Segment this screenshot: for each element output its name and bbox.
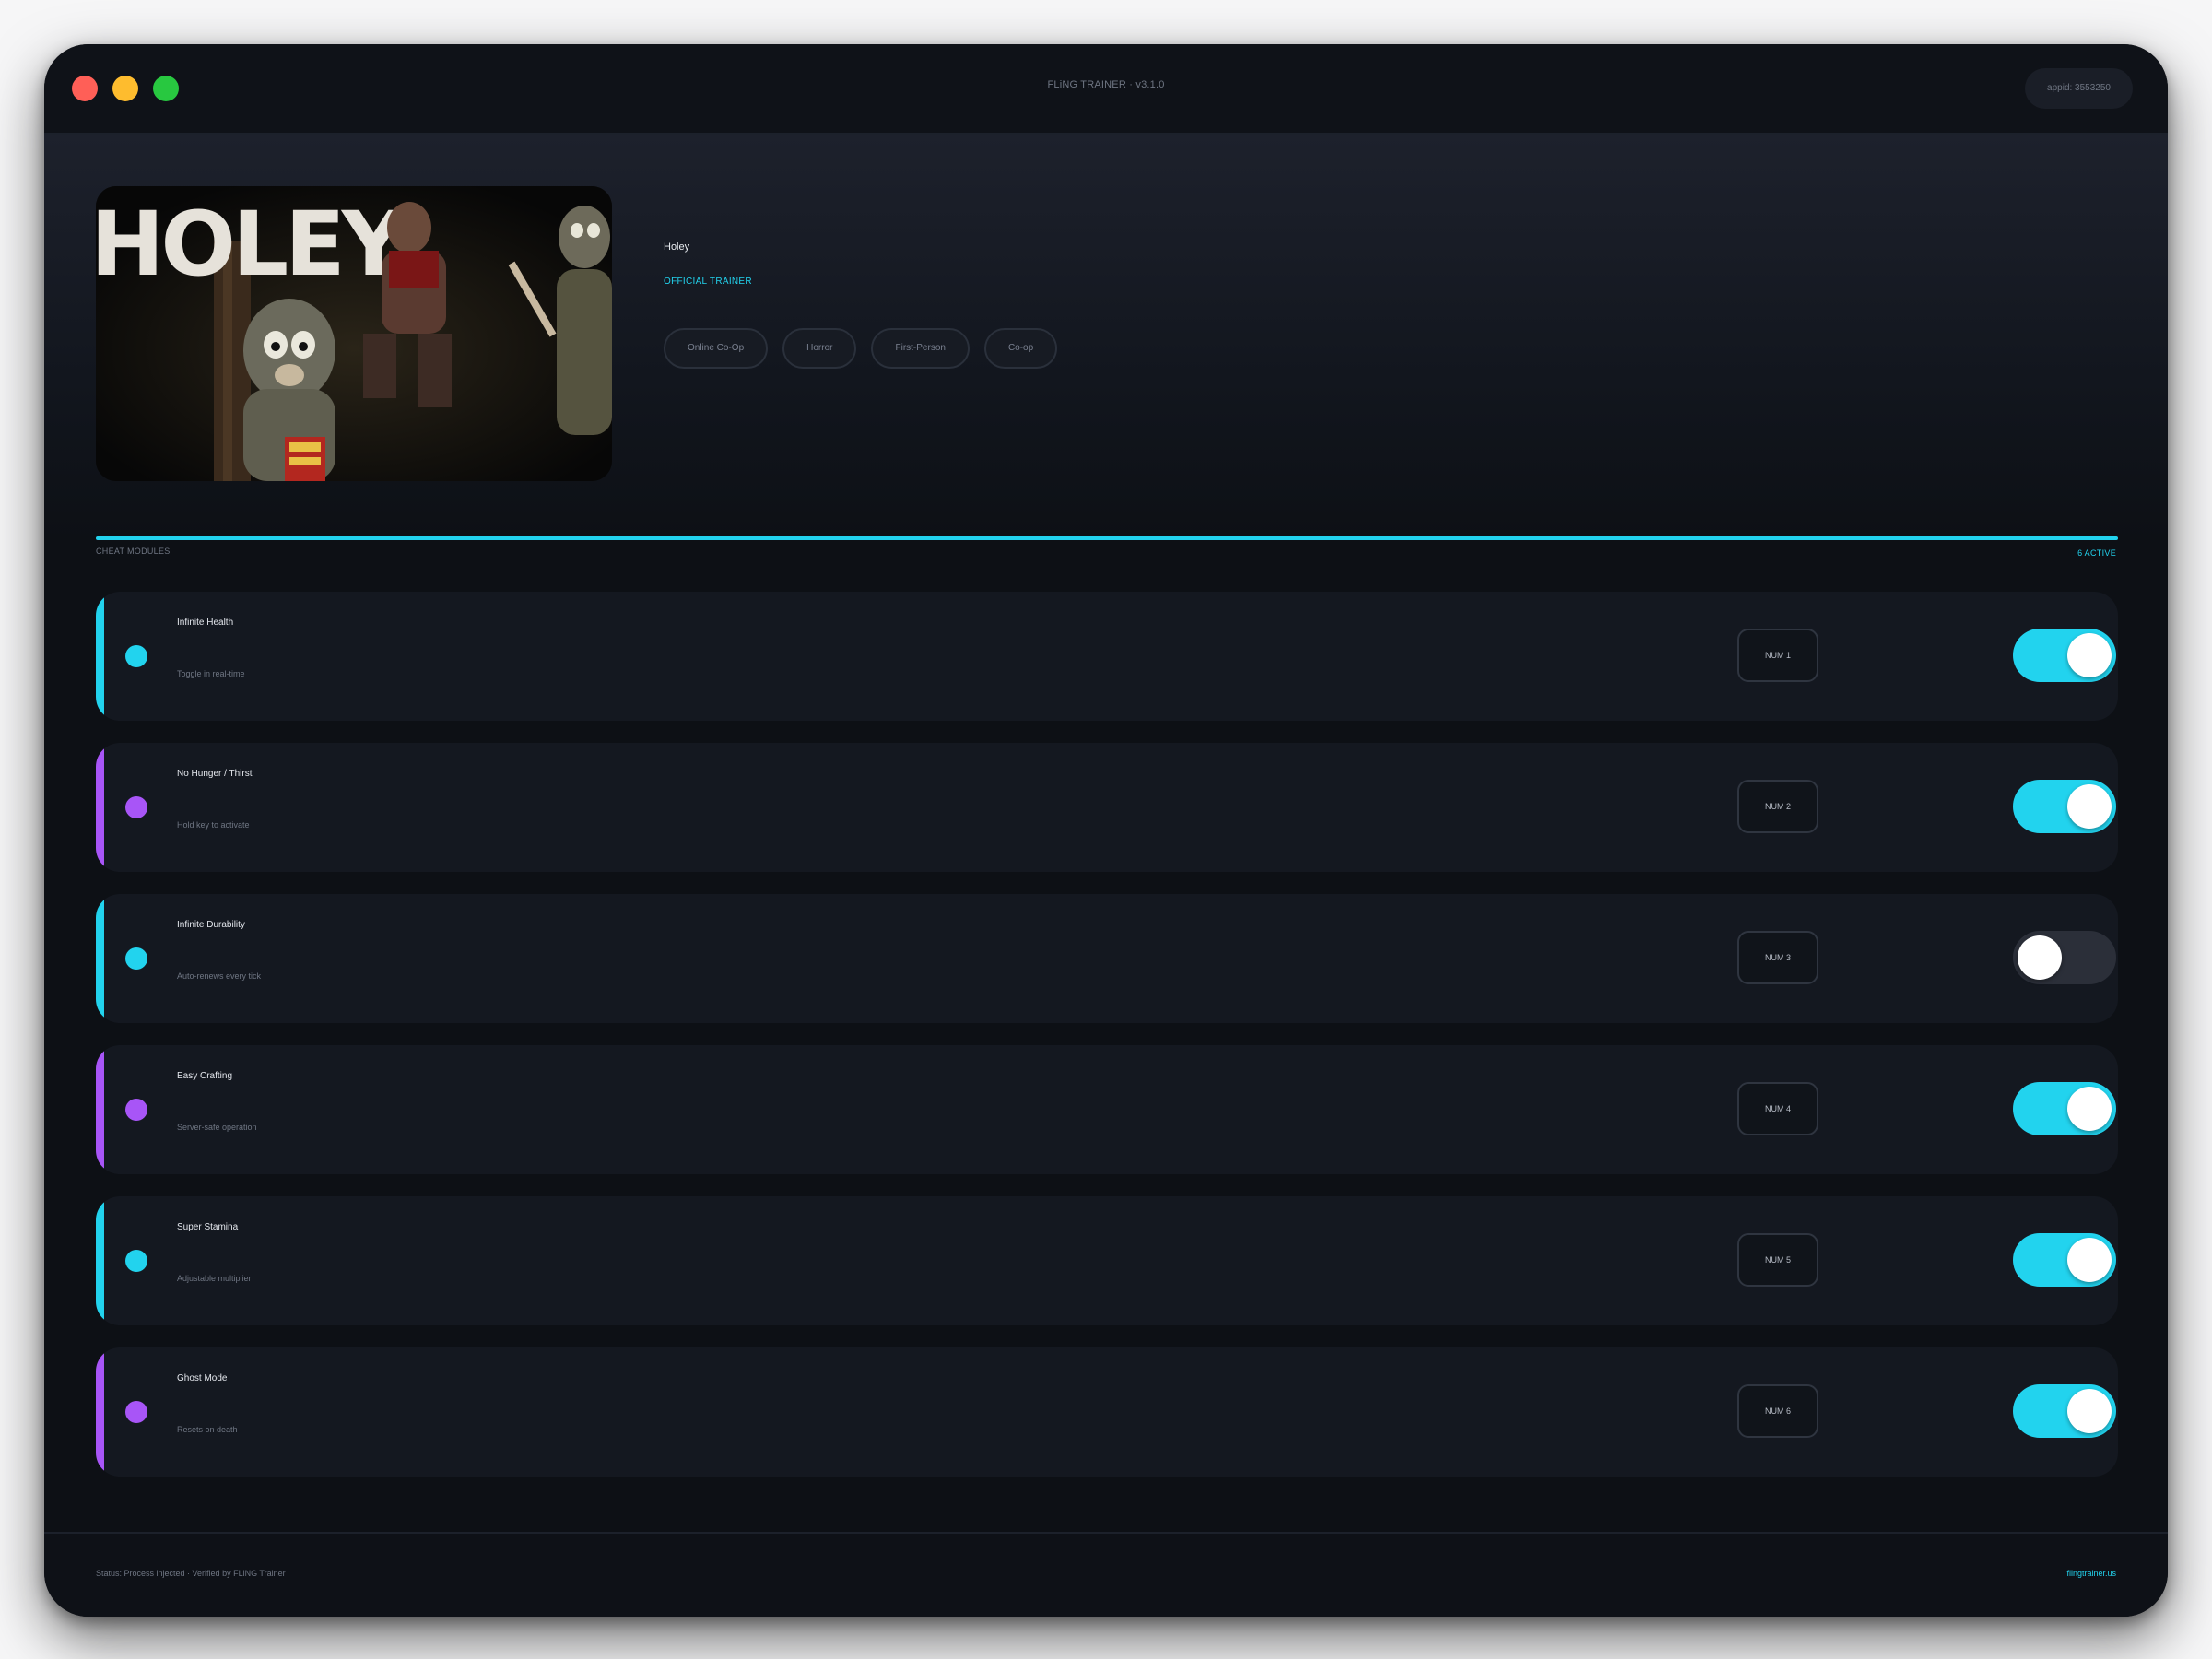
tag-chip[interactable]: First-Person (871, 328, 970, 369)
hotkey-button[interactable]: NUM 5 (1737, 1233, 1818, 1287)
module-status-dot-icon (125, 947, 147, 970)
module-description: Toggle in real-time (177, 669, 245, 678)
hotkey-button[interactable]: NUM 1 (1737, 629, 1818, 682)
cheat-module-row: Infinite Durability Auto-renews every ti… (96, 894, 2118, 1023)
game-cover-image: HOLEY (96, 186, 612, 481)
module-name: Super Stamina (177, 1222, 239, 1232)
module-status-dot-icon (125, 1250, 147, 1272)
module-accent-bar (96, 894, 104, 1023)
module-description: Resets on death (177, 1425, 238, 1434)
module-name: No Hunger / Thirst (177, 769, 253, 779)
module-toggle-switch[interactable] (2013, 629, 2116, 682)
tag-chip[interactable]: Co-op (983, 328, 1058, 369)
toggle-knob (2067, 1087, 2112, 1131)
module-toggle-switch[interactable] (2013, 780, 2116, 833)
module-status-dot-icon (125, 1401, 147, 1423)
tag-list: Online Co-Op Horror First-Person Co-op (664, 328, 1058, 369)
appid-badge: appid: 3553250 (2025, 68, 2133, 109)
cover-logo-text: HOLEY (96, 193, 407, 296)
module-status-dot-icon (125, 1099, 147, 1121)
module-name: Easy Crafting (177, 1071, 233, 1081)
toggle-knob (2067, 784, 2112, 829)
cheat-module-row: Easy Crafting Server-safe operation NUM … (96, 1045, 2118, 1174)
tag-chip[interactable]: Horror (782, 328, 857, 369)
toggle-knob (2067, 633, 2112, 677)
game-title: Holey (664, 241, 690, 253)
module-toggle-switch[interactable] (2013, 1233, 2116, 1287)
module-name: Infinite Durability (177, 920, 245, 930)
trainer-window: FLiNG TRAINER · v3.1.0 appid: 3553250 HO… (44, 44, 2168, 1617)
module-accent-bar (96, 1347, 104, 1477)
toggle-knob (2018, 935, 2062, 980)
module-description: Hold key to activate (177, 820, 250, 830)
active-count: 6 ACTIVE (2077, 548, 2116, 558)
module-toggle-switch[interactable] (2013, 931, 2116, 984)
module-accent-bar (96, 743, 104, 872)
hotkey-button[interactable]: NUM 3 (1737, 931, 1818, 984)
game-header: HOLEY Holey OFFICIAL TRAINER Online Co-O… (44, 135, 2168, 540)
hotkey-button[interactable]: NUM 4 (1737, 1082, 1818, 1135)
hotkey-button[interactable]: NUM 2 (1737, 780, 1818, 833)
cheat-module-list: Infinite Health Toggle in real-time NUM … (96, 592, 2118, 1499)
module-description: Auto-renews every tick (177, 971, 262, 981)
window-title: FLiNG TRAINER · v3.1.0 (1047, 79, 1165, 90)
module-accent-bar (96, 592, 104, 721)
status-text: Status: Process injected · Verified by F… (96, 1569, 286, 1578)
toggle-knob (2067, 1389, 2112, 1433)
section-divider (96, 536, 2118, 540)
website-link[interactable]: flingtrainer.us (2066, 1569, 2116, 1578)
cheat-module-row: Super Stamina Adjustable multiplier NUM … (96, 1196, 2118, 1325)
module-name: Ghost Mode (177, 1373, 228, 1383)
cheat-module-row: No Hunger / Thirst Hold key to activate … (96, 743, 2118, 872)
tag-chip[interactable]: Online Co-Op (664, 328, 769, 369)
official-trainer-badge: OFFICIAL TRAINER (664, 276, 752, 287)
status-footer: Status: Process injected · Verified by F… (44, 1532, 2168, 1617)
module-accent-bar (96, 1196, 104, 1325)
section-label: CHEAT MODULES (96, 547, 171, 556)
cover-artwork: HOLEY (96, 186, 612, 481)
hotkey-button[interactable]: NUM 6 (1737, 1384, 1818, 1438)
module-accent-bar (96, 1045, 104, 1174)
module-status-dot-icon (125, 645, 147, 667)
title-bar: FLiNG TRAINER · v3.1.0 appid: 3553250 (44, 44, 2168, 135)
module-name: Infinite Health (177, 618, 234, 628)
toggle-knob (2067, 1238, 2112, 1282)
module-description: Adjustable multiplier (177, 1274, 252, 1283)
cheat-module-row: Ghost Mode Resets on death NUM 6 (96, 1347, 2118, 1477)
cheat-module-row: Infinite Health Toggle in real-time NUM … (96, 592, 2118, 721)
module-toggle-switch[interactable] (2013, 1384, 2116, 1438)
module-status-dot-icon (125, 796, 147, 818)
module-toggle-switch[interactable] (2013, 1082, 2116, 1135)
module-description: Server-safe operation (177, 1123, 257, 1132)
